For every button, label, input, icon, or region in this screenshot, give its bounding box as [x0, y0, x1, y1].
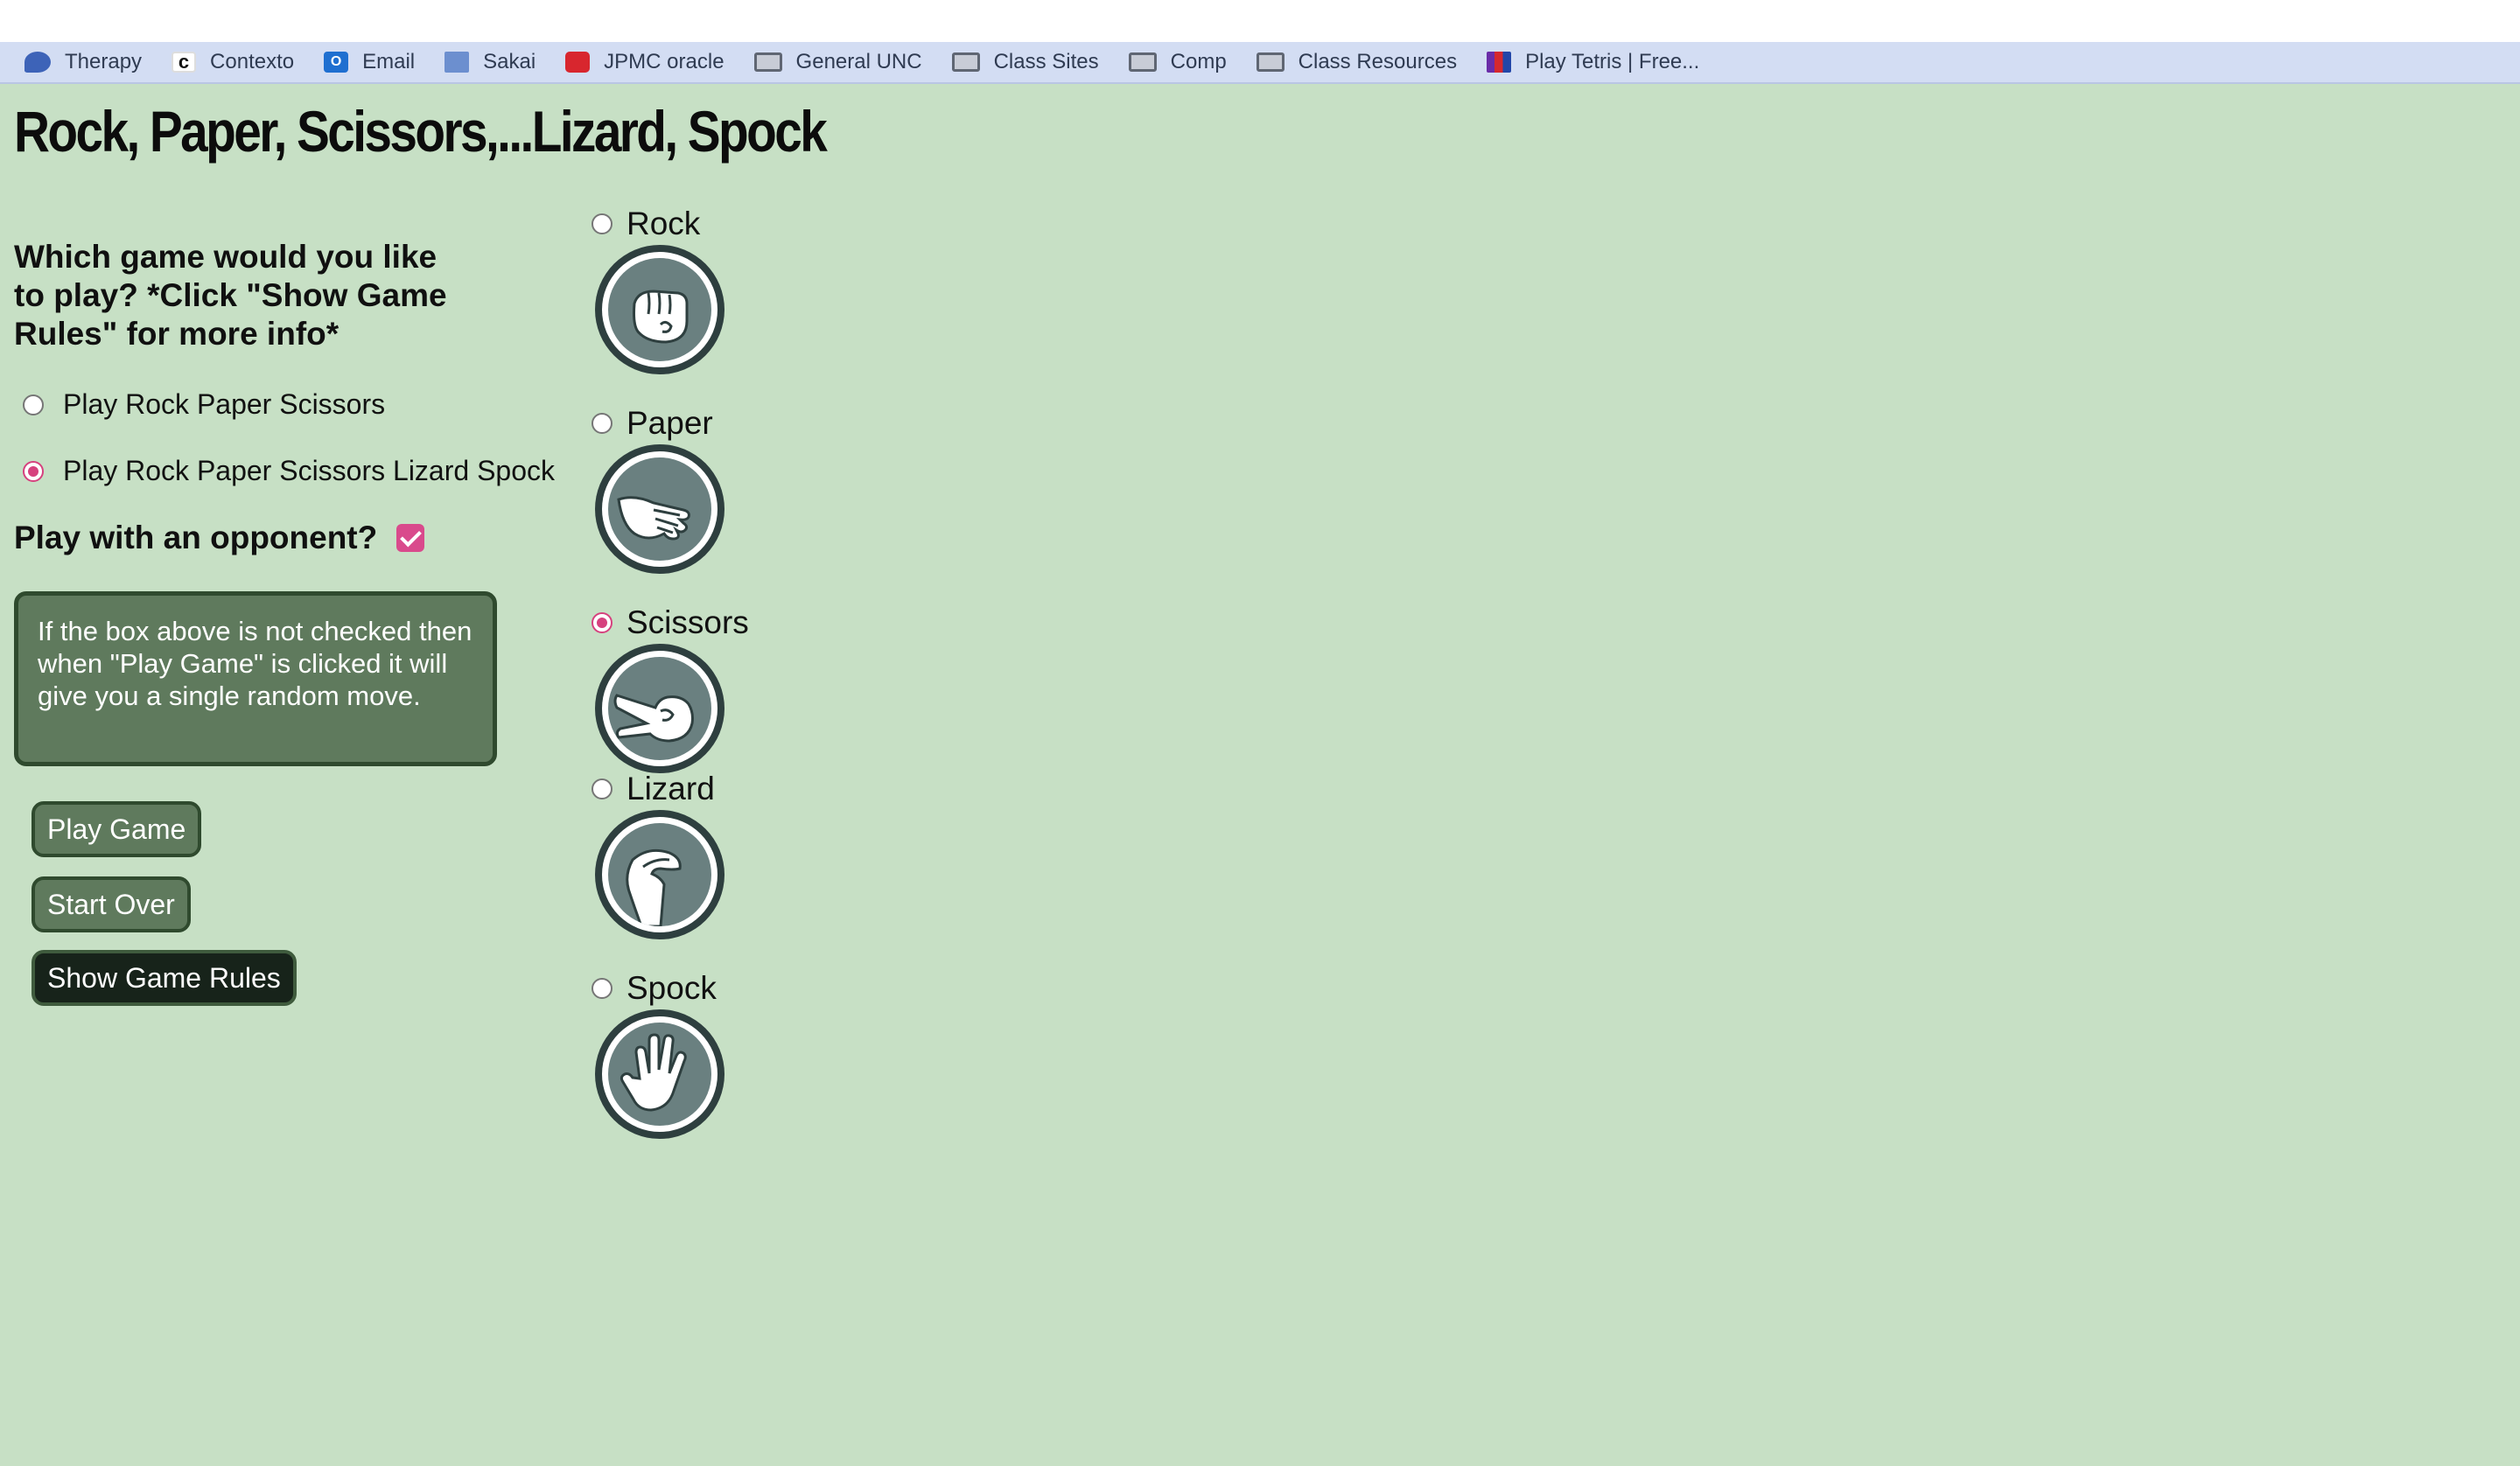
folder-icon [1128, 52, 1157, 72]
game-option-rps[interactable]: Play Rock Paper Scissors [23, 388, 385, 421]
jpmc-icon [565, 52, 591, 73]
bookmark-label: Therapy [65, 50, 143, 73]
bookmark-label: Email [362, 50, 416, 73]
move-label: Scissors [626, 604, 749, 640]
folder-icon [753, 52, 782, 72]
move-spock[interactable]: Spock [592, 969, 802, 1139]
move-label: Lizard [626, 771, 715, 806]
start-over-button[interactable]: Start Over [32, 876, 191, 932]
game-option-label: Play Rock Paper Scissors [63, 388, 386, 420]
move-scissors[interactable]: Scissors [592, 604, 802, 773]
move-lizard-radio[interactable] [592, 778, 612, 799]
show-rules-button[interactable]: Show Game Rules [32, 950, 297, 1006]
bookmark-label: General UNC [795, 50, 922, 73]
folder-icon [951, 52, 980, 72]
move-label: Paper [626, 405, 713, 441]
opponent-label: Play with an opponent? [14, 520, 378, 555]
move-lizard[interactable]: Lizard [592, 770, 802, 939]
move-paper-option[interactable]: Paper [592, 404, 802, 443]
bookmark-contexto[interactable]: c Contexto [172, 42, 295, 82]
bookmark-email[interactable]: O Email [324, 42, 416, 82]
contexto-icon: c [172, 52, 197, 73]
move-scissors-radio[interactable] [592, 612, 612, 633]
spock-hand-icon[interactable] [595, 1009, 724, 1139]
rock-hand-icon[interactable] [595, 245, 724, 374]
bookmarks-bar: Therapy c Contexto O Email Sakai JPMC orac… [0, 42, 2520, 84]
bookmark-label: Class Resources [1298, 50, 1458, 73]
game-option-label: Play Rock Paper Scissors Lizard Spock [63, 455, 555, 486]
bookmark-tetris[interactable]: Play Tetris | Free... [1487, 42, 1700, 82]
move-lizard-option[interactable]: Lizard [592, 770, 802, 808]
move-spock-radio[interactable] [592, 978, 612, 999]
lizard-hand-icon[interactable] [595, 810, 724, 939]
bookmark-sakai[interactable]: Sakai [444, 42, 536, 82]
game-option-rps-radio[interactable] [23, 394, 44, 415]
move-scissors-option[interactable]: Scissors [592, 604, 802, 642]
move-rock-radio[interactable] [592, 213, 612, 234]
play-game-button[interactable]: Play Game [32, 801, 202, 857]
bookmark-class-sites[interactable]: Class Sites [951, 42, 1099, 82]
move-rock-option[interactable]: Rock [592, 205, 802, 243]
paper-hand-icon[interactable] [595, 444, 724, 574]
page-title: Rock, Paper, Scissors,...Lizard, Spock [14, 99, 828, 164]
bookmark-class-resources[interactable]: Class Resources [1256, 42, 1458, 82]
move-paper[interactable]: Paper [592, 404, 802, 574]
move-label: Spock [626, 970, 717, 1006]
sakai-icon [444, 52, 470, 73]
tetris-icon [1487, 52, 1512, 73]
bookmark-general-unc[interactable]: General UNC [753, 42, 922, 82]
email-icon: O [324, 52, 349, 73]
bookmark-label: Class Sites [993, 50, 1099, 73]
bookmark-label: JPMC oracle [604, 50, 724, 73]
move-paper-radio[interactable] [592, 413, 612, 434]
bookmark-comp[interactable]: Comp [1128, 42, 1227, 82]
therapy-icon [24, 52, 51, 73]
bookmark-label: Sakai [483, 50, 536, 73]
folder-icon [1256, 52, 1284, 72]
bookmark-label: Play Tetris | Free... [1525, 50, 1700, 73]
bookmark-therapy[interactable]: Therapy [24, 42, 143, 82]
opponent-checkbox[interactable] [396, 524, 425, 552]
bookmark-label: Comp [1170, 50, 1227, 73]
bookmark-jpmc-oracle[interactable]: JPMC oracle [565, 42, 724, 82]
game-question: Which game would you like to play? *Clic… [14, 239, 447, 352]
game-option-rpsls[interactable]: Play Rock Paper Scissors Lizard Spock [23, 455, 555, 487]
bookmark-label: Contexto [210, 50, 295, 73]
opponent-option: Play with an opponent? [14, 520, 425, 556]
scissors-hand-icon[interactable] [595, 644, 724, 773]
move-spock-option[interactable]: Spock [592, 969, 802, 1008]
move-rock[interactable]: Rock [592, 205, 802, 374]
move-label: Rock [626, 206, 701, 241]
opponent-note: If the box above is not checked then whe… [14, 591, 497, 766]
game-option-rpsls-radio[interactable] [23, 460, 44, 482]
